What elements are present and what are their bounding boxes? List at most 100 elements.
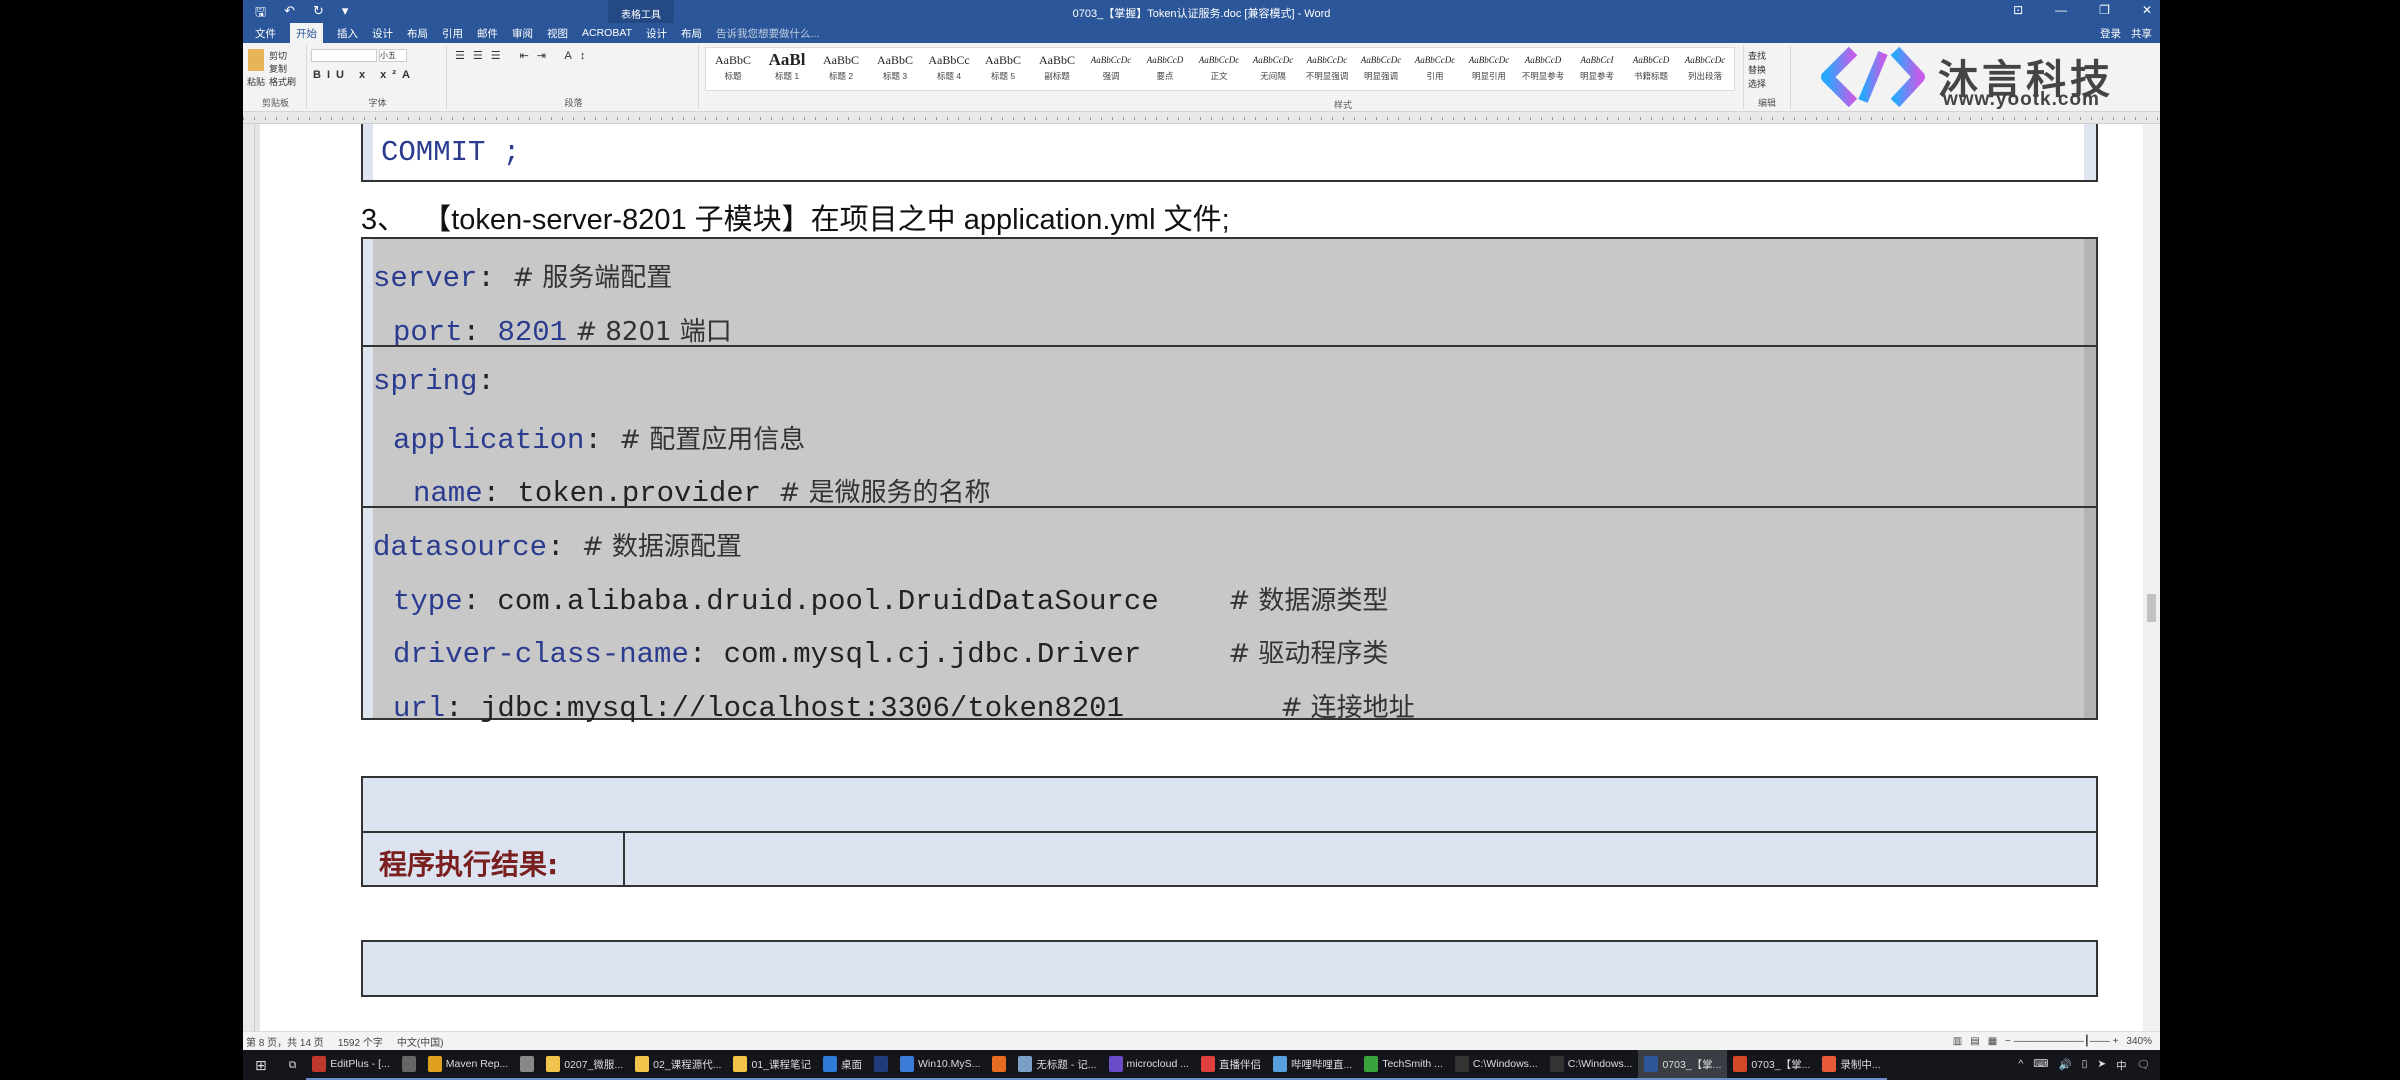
- tab-5[interactable]: 引用: [442, 26, 463, 41]
- taskbar-item[interactable]: Maven Rep...: [421, 1050, 515, 1080]
- taskbar-item[interactable]: 0207_微服...: [540, 1050, 630, 1080]
- taskbar-item[interactable]: C:\Windows...: [1448, 1050, 1544, 1080]
- tab-9[interactable]: ACROBAT: [582, 27, 632, 39]
- document-page[interactable]: COMMIT ; 3、 【token-server-8201 子模块】在项目之中…: [260, 124, 2143, 1031]
- style-item[interactable]: AaBbC 标题 3: [868, 48, 922, 90]
- yaml-value: :: [477, 365, 495, 398]
- find-button[interactable]: 查找: [1748, 49, 1766, 62]
- start-icon[interactable]: ⊞: [243, 1057, 279, 1074]
- style-item[interactable]: AaBbCcDc 不明显强调: [1300, 48, 1354, 90]
- style-item[interactable]: AaBbCcDc 列出段落: [1678, 48, 1732, 90]
- tray-icon[interactable]: ^: [2018, 1058, 2023, 1073]
- taskbar-item[interactable]: 无标题 - 记...: [1012, 1050, 1103, 1080]
- taskbar-item[interactable]: [867, 1050, 894, 1080]
- vertical-scrollbar[interactable]: [2143, 124, 2160, 1031]
- clipboard-label: 剪贴板: [261, 98, 289, 108]
- style-item[interactable]: AaBbCcDc 强调: [1084, 48, 1138, 90]
- tray-icon[interactable]: 🔊: [2058, 1058, 2071, 1073]
- copy-button[interactable]: 复制: [269, 62, 287, 75]
- cut-button[interactable]: 剪切: [269, 49, 287, 62]
- taskbar-item[interactable]: 02_课程源代...: [629, 1050, 728, 1080]
- tab-6[interactable]: 邮件: [477, 26, 498, 41]
- taskbar-item[interactable]: [395, 1050, 422, 1080]
- horizontal-ruler[interactable]: [243, 112, 2160, 124]
- taskbar-item[interactable]: 直播伴侣: [1194, 1050, 1267, 1080]
- web-layout-icon[interactable]: ▦: [1988, 1036, 1997, 1047]
- ribbon-display-options-icon[interactable]: ⊡: [2013, 3, 2023, 17]
- zoom-level[interactable]: 340%: [2126, 1036, 2152, 1047]
- font-format-buttons[interactable]: BIU x x²A: [313, 69, 416, 81]
- style-name: 书籍标题: [1633, 71, 1668, 81]
- style-item[interactable]: AaBbCcD 书籍标题: [1624, 48, 1678, 90]
- taskbar-item[interactable]: microcloud ...: [1102, 1050, 1195, 1080]
- style-item[interactable]: AaBbCcDc 明显引用: [1462, 48, 1516, 90]
- style-item[interactable]: AaBbCcDc 明显强调: [1354, 48, 1408, 90]
- paragraph-format-buttons[interactable]: ☰☰☰ ⇤⇥ A↕: [455, 49, 593, 62]
- tray-icon[interactable]: 🗨: [2137, 1058, 2150, 1073]
- style-item[interactable]: AaBbC 标题 5: [976, 48, 1030, 90]
- paste-icon[interactable]: [248, 49, 264, 71]
- style-item[interactable]: AaBbC 标题 2: [814, 48, 868, 90]
- style-item[interactable]: AaBl 标题 1: [760, 48, 814, 90]
- maximize-icon[interactable]: ❐: [2099, 3, 2110, 17]
- style-item[interactable]: AaBbCcI 明显参考: [1570, 48, 1624, 90]
- replace-button[interactable]: 替换: [1748, 63, 1766, 76]
- font-name-select[interactable]: [311, 49, 377, 62]
- select-button[interactable]: 选择: [1748, 77, 1766, 90]
- tab-0[interactable]: 文件: [255, 26, 276, 41]
- taskbar-item[interactable]: 01_课程笔记: [727, 1050, 817, 1080]
- tab-4[interactable]: 布局: [407, 26, 428, 41]
- scrollbar-thumb[interactable]: [2147, 594, 2156, 622]
- word-count[interactable]: 1592 个字: [338, 1034, 383, 1049]
- login-link[interactable]: 登录: [2100, 26, 2121, 41]
- yaml-value: :: [462, 315, 498, 349]
- taskbar-item[interactable]: EditPlus - [...: [306, 1050, 396, 1080]
- taskbar-item[interactable]: 桌面: [816, 1050, 868, 1080]
- read-mode-icon[interactable]: ▥: [1953, 1036, 1962, 1047]
- tab-7[interactable]: 审阅: [512, 26, 533, 41]
- print-layout-icon[interactable]: ▤: [1970, 1036, 1979, 1047]
- taskbar-item[interactable]: C:\Windows...: [1543, 1050, 1639, 1080]
- close-icon[interactable]: ✕: [2142, 3, 2152, 17]
- tray-icon[interactable]: ⌨: [2033, 1058, 2048, 1073]
- taskbar-item[interactable]: 哔哩哔哩直...: [1266, 1050, 1359, 1080]
- tab-11[interactable]: 布局: [681, 26, 702, 41]
- taskbar-item[interactable]: 0703_【掌...: [1727, 1050, 1817, 1080]
- tray-icon[interactable]: ➤: [2097, 1058, 2106, 1073]
- tray-icon[interactable]: ▯: [2082, 1058, 2088, 1073]
- style-item[interactable]: AaBbCcD 要点: [1138, 48, 1192, 90]
- vertical-ruler[interactable]: [243, 124, 255, 1031]
- tray-icon[interactable]: 中: [2116, 1058, 2127, 1073]
- taskbar-item[interactable]: 录制中...: [1816, 1050, 1887, 1080]
- tab-2[interactable]: 插入: [337, 26, 358, 41]
- yaml-comment: # 驱动程序类: [1228, 639, 1389, 669]
- zoom-slider[interactable]: − ———————┃—— +: [2005, 1036, 2118, 1047]
- style-item[interactable]: AaBbCcD 不明显参考: [1516, 48, 1570, 90]
- style-item[interactable]: AaBbCcDc 引用: [1408, 48, 1462, 90]
- style-sample: AaBbCc: [928, 53, 970, 67]
- page-count[interactable]: 第 8 页，共 14 页: [246, 1034, 324, 1049]
- language[interactable]: 中文(中国): [397, 1034, 444, 1049]
- style-item[interactable]: AaBbC 副标题: [1030, 48, 1084, 90]
- tab-3[interactable]: 设计: [372, 26, 393, 41]
- taskbar-item[interactable]: TechSmith ...: [1358, 1050, 1449, 1080]
- taskbar-item[interactable]: [986, 1050, 1013, 1080]
- yaml-comment: # 数据源配置: [581, 532, 742, 562]
- tell-me-input[interactable]: 告诉我您想要做什么...: [716, 26, 819, 41]
- tab-1[interactable]: 开始: [290, 22, 323, 44]
- taskbar-item[interactable]: [514, 1050, 541, 1080]
- taskbar-item[interactable]: 0703_【掌...: [1638, 1050, 1728, 1080]
- task-view-icon[interactable]: ⧉: [279, 1059, 307, 1072]
- taskbar-item[interactable]: Win10.MyS...: [893, 1050, 987, 1080]
- tab-10[interactable]: 设计: [646, 26, 667, 41]
- style-item[interactable]: AaBbC 标题: [706, 48, 760, 90]
- font-size-select[interactable]: 小五: [379, 49, 407, 62]
- style-item[interactable]: AaBbCc 标题 4: [922, 48, 976, 90]
- format-painter-button[interactable]: 格式刷: [269, 75, 296, 88]
- tab-8[interactable]: 视图: [547, 26, 568, 41]
- style-item[interactable]: AaBbCcDc 正文: [1192, 48, 1246, 90]
- share-button[interactable]: 共享: [2131, 26, 2152, 41]
- style-item[interactable]: AaBbCcDc 无间隔: [1246, 48, 1300, 90]
- paste-button[interactable]: 粘贴: [247, 75, 265, 88]
- minimize-icon[interactable]: —: [2055, 3, 2067, 17]
